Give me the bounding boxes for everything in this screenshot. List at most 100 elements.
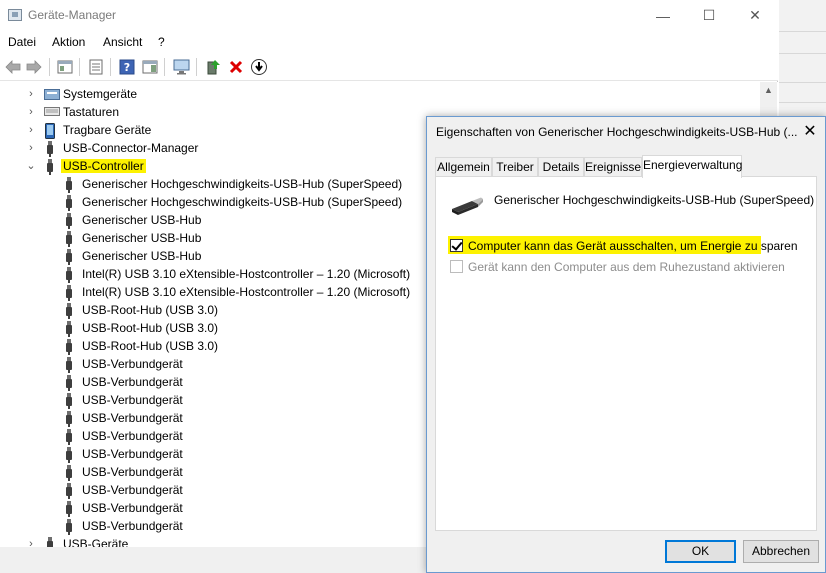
show-hide-tree-icon[interactable] <box>55 57 75 77</box>
chevron-right-icon[interactable]: › <box>26 87 36 101</box>
usb-icon <box>63 357 77 373</box>
tree-item-text: USB-Verbundgerät <box>82 375 183 389</box>
uninstall-icon[interactable] <box>226 57 246 77</box>
tree-item-text: Tastaturen <box>63 105 120 119</box>
tree-item-text: Intel(R) USB 3.10 eXtensible-Hostcontrol… <box>82 285 411 299</box>
system-device-icon <box>44 87 60 101</box>
tree-item-label: Tastaturen <box>63 105 119 119</box>
update-driver-icon[interactable] <box>203 57 223 77</box>
usb-icon <box>63 285 77 301</box>
maximize-button[interactable]: ☐ <box>686 0 732 31</box>
forward-icon[interactable] <box>24 57 44 77</box>
usb-plug-icon <box>450 195 484 217</box>
title-bar: Geräte-Manager — ☐ ✕ <box>0 0 778 31</box>
tree-item-label: USB-Verbundgerät <box>82 429 183 443</box>
properties-dialog: Eigenschaften von Generischer Hochgeschw… <box>426 116 826 573</box>
usb-icon <box>63 501 77 517</box>
tree-item-text: USB-Controller <box>61 159 146 173</box>
tree-item-label: USB-Geräte <box>63 537 128 547</box>
usb-icon <box>63 447 77 463</box>
wake-computer-label: Gerät kann den Computer aus dem Ruhezust… <box>468 260 785 274</box>
tree-item-label: USB-Verbundgerät <box>82 357 183 371</box>
cancel-button[interactable]: Abbrechen <box>743 540 819 563</box>
properties-icon[interactable] <box>86 57 106 77</box>
tree-item-label: USB-Connector-Manager <box>63 141 198 155</box>
tree-category[interactable]: › Systemgeräte <box>0 85 760 103</box>
toolbar: ? <box>0 53 778 81</box>
dialog-title: Eigenschaften von Generischer Hochgeschw… <box>436 125 798 139</box>
chevron-right-icon[interactable]: › <box>26 141 36 155</box>
usb-icon <box>63 267 77 283</box>
tree-item-text: USB-Verbundgerät <box>82 411 183 425</box>
tree-item-label: USB-Root-Hub (USB 3.0) <box>82 321 218 335</box>
tree-item-label: USB-Verbundgerät <box>82 447 183 461</box>
wake-computer-checkbox <box>450 260 463 273</box>
device-name: Generischer Hochgeschwindigkeits-USB-Hub… <box>494 193 815 207</box>
tree-item-text: Systemgeräte <box>63 87 138 101</box>
ok-button[interactable]: OK <box>665 540 736 563</box>
usb-icon <box>44 141 58 157</box>
tree-item-text: USB-Verbundgerät <box>82 465 183 479</box>
action-pane-icon[interactable] <box>140 57 160 77</box>
tree-item-label: Generischer USB-Hub <box>82 231 201 245</box>
tree-item-text: Generischer Hochgeschwindigkeits-USB-Hub… <box>82 177 403 191</box>
tab-ereignisse[interactable]: Ereignisse <box>584 157 642 177</box>
usb-icon <box>63 519 77 535</box>
tree-item-label: Intel(R) USB 3.10 eXtensible-Hostcontrol… <box>82 285 410 299</box>
allow-power-off-label: Computer kann das Gerät ausschalten, um … <box>468 239 798 253</box>
usb-icon <box>63 375 77 391</box>
tab-energieverwaltung[interactable]: Energieverwaltung <box>642 155 742 178</box>
tree-item-label: Tragbare Geräte <box>63 123 151 137</box>
disable-icon[interactable] <box>249 57 269 77</box>
tree-item-text: USB-Geräte <box>63 537 129 547</box>
tree-item-label: USB-Controller <box>61 159 146 173</box>
monitor-scan-icon[interactable] <box>172 57 192 77</box>
svg-text:?: ? <box>124 61 130 74</box>
usb-icon <box>63 213 77 229</box>
usb-icon <box>63 195 77 211</box>
window-title: Geräte-Manager <box>28 8 117 22</box>
tree-item-text: USB-Root-Hub (USB 3.0) <box>82 303 219 317</box>
usb-icon <box>63 231 77 247</box>
usb-icon <box>63 411 77 427</box>
usb-icon <box>63 429 77 445</box>
tree-item-label: USB-Verbundgerät <box>82 483 183 497</box>
back-icon[interactable] <box>3 57 23 77</box>
minimize-button[interactable]: — <box>640 0 686 31</box>
tree-item-text: Generischer Hochgeschwindigkeits-USB-Hub… <box>82 195 403 209</box>
chevron-right-icon[interactable]: › <box>26 537 36 547</box>
menu-aktion[interactable]: Aktion <box>52 35 85 49</box>
close-button[interactable]: ✕ <box>732 0 778 31</box>
dialog-close-button[interactable]: ✕ <box>799 121 821 143</box>
menu-ansicht[interactable]: Ansicht <box>103 35 142 49</box>
tree-item-text: USB-Verbundgerät <box>82 393 183 407</box>
usb-icon <box>44 159 58 175</box>
tab-treiber[interactable]: Treiber <box>492 157 538 177</box>
scroll-up-icon[interactable]: ▲ <box>760 82 777 99</box>
tab-details[interactable]: Details <box>538 157 584 177</box>
tree-item-text: USB-Connector-Manager <box>63 141 199 155</box>
tree-item-text: USB-Verbundgerät <box>82 447 183 461</box>
menu-datei[interactable]: Datei <box>8 35 36 49</box>
tree-item-text: USB-Verbundgerät <box>82 429 183 443</box>
chevron-right-icon[interactable]: › <box>26 105 36 119</box>
tree-item-text: Generischer USB-Hub <box>82 231 202 245</box>
chevron-right-icon[interactable]: › <box>26 123 36 137</box>
tree-item-text: USB-Verbundgerät <box>82 519 183 533</box>
usb-icon <box>63 483 77 499</box>
usb-icon <box>63 249 77 265</box>
usb-icon <box>63 339 77 355</box>
tree-item-label: Generischer Hochgeschwindigkeits-USB-Hub… <box>82 177 402 191</box>
allow-power-off-checkbox[interactable] <box>450 239 463 252</box>
chevron-down-icon[interactable]: ⌄ <box>26 159 36 173</box>
tree-item-label: Intel(R) USB 3.10 eXtensible-Hostcontrol… <box>82 267 410 281</box>
menu-help[interactable]: ? <box>158 35 165 49</box>
tree-item-label: USB-Verbundgerät <box>82 465 183 479</box>
tree-item-label: USB-Verbundgerät <box>82 375 183 389</box>
menu-bar: Datei Aktion Ansicht ? <box>0 31 778 53</box>
tab-allgemein[interactable]: Allgemein <box>435 157 492 177</box>
help-icon[interactable]: ? <box>117 57 137 77</box>
tree-item-label: USB-Verbundgerät <box>82 393 183 407</box>
usb-icon <box>63 177 77 193</box>
usb-icon <box>63 303 77 319</box>
